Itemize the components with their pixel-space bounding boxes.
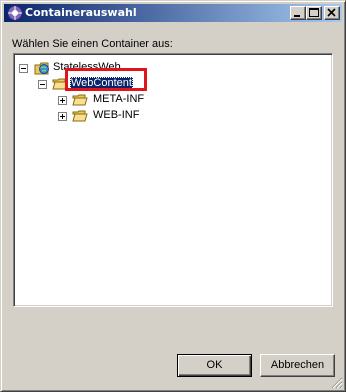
tree-node-label: WEB-INF xyxy=(93,109,140,121)
title-bar[interactable]: Containerauswahl xyxy=(4,4,342,22)
highlight-annotation xyxy=(65,68,147,91)
folder-icon xyxy=(72,94,88,106)
tree-node-label: META-INF xyxy=(93,93,145,105)
dialog-prompt: Wählen Sie einen Container aus: xyxy=(12,38,173,50)
dialog-window: Containerauswahl Wählen Sie einen Contai… xyxy=(0,0,346,392)
expand-icon[interactable] xyxy=(58,112,67,121)
close-icon xyxy=(327,8,336,17)
minimize-button[interactable] xyxy=(290,6,306,20)
maximize-button[interactable] xyxy=(306,6,322,20)
window-title: Containerauswahl xyxy=(25,6,137,19)
cancel-button[interactable]: Abbrechen xyxy=(260,354,335,377)
minimize-icon xyxy=(294,15,300,17)
ok-button[interactable]: OK xyxy=(177,354,252,377)
container-tree[interactable]: StatelessWeb WebContent META-INF WEB-INF xyxy=(13,53,333,307)
close-button[interactable] xyxy=(324,6,340,20)
app-icon xyxy=(7,5,23,21)
web-project-icon xyxy=(34,62,49,75)
collapse-icon[interactable] xyxy=(38,80,47,89)
maximize-icon xyxy=(309,8,319,17)
expand-icon[interactable] xyxy=(58,96,67,105)
tree-node-web-inf[interactable]: WEB-INF xyxy=(14,108,164,124)
collapse-icon[interactable] xyxy=(19,64,28,73)
folder-icon xyxy=(72,110,88,122)
resize-grip-icon[interactable] xyxy=(331,377,343,389)
tree-node-meta-inf[interactable]: META-INF xyxy=(14,92,164,108)
